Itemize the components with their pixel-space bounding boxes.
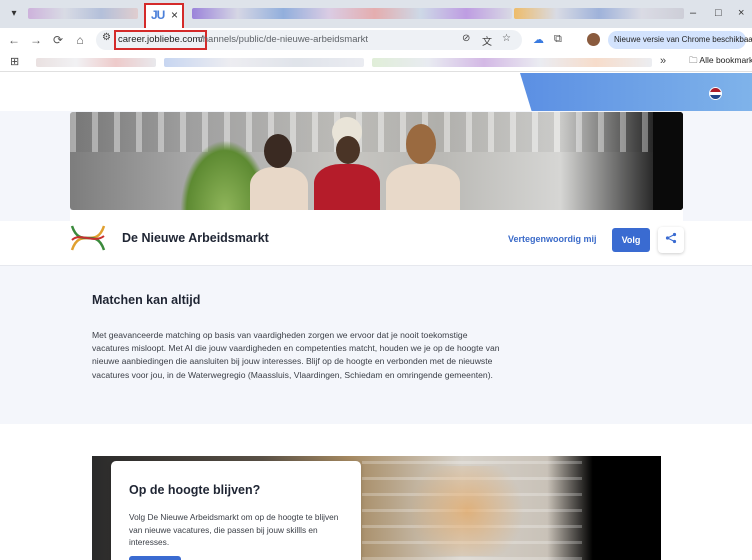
- company-header: De Nieuwe Arbeidsmarkt Vertegenwoordig m…: [70, 210, 684, 265]
- bookmarks-bar: ⊞ » 🗀 Alle bookmarks: [0, 52, 752, 72]
- hero-person: [250, 167, 308, 210]
- stay-updated-button[interactable]: [129, 556, 181, 560]
- hero-dark-edge: [653, 112, 683, 210]
- jobliebe-favicon-icon: JU: [151, 8, 165, 22]
- follow-button[interactable]: Volg: [612, 228, 650, 252]
- blurred-tab[interactable]: [192, 8, 512, 19]
- forward-icon[interactable]: →: [28, 32, 44, 48]
- blurred-bookmark[interactable]: [164, 58, 364, 67]
- address-bar[interactable]: ⚙ career.jobliebe.com/ channels/public/d…: [96, 30, 522, 50]
- share-button[interactable]: [658, 227, 684, 253]
- extensions-icon[interactable]: ⧉: [554, 33, 562, 46]
- stay-updated-title: Op de hoogte blijven?: [129, 483, 261, 497]
- url-domain[interactable]: career.jobliebe.com/: [114, 30, 208, 50]
- cloud-extension-icon[interactable]: ☁: [533, 33, 544, 46]
- blurred-tab[interactable]: [28, 8, 138, 19]
- blurred-bookmark[interactable]: [36, 58, 156, 67]
- all-bookmarks-label: Alle bookmarks: [699, 55, 752, 65]
- blurred-bookmark[interactable]: [372, 58, 652, 67]
- share-icon: [665, 232, 677, 244]
- reload-icon[interactable]: ⟳: [50, 32, 66, 48]
- minimize-icon[interactable]: –: [690, 7, 696, 19]
- eye-off-icon[interactable]: ⊘: [462, 33, 470, 44]
- represent-me-link[interactable]: Vertegenwoordig mij: [508, 234, 597, 244]
- url-path[interactable]: channels/public/de-nieuwe-arbeidsmarkt: [198, 30, 368, 50]
- stay-updated-body: Volg De Nieuwe Arbeidsmarkt om op de hoo…: [129, 512, 339, 548]
- hero-banner-image: [70, 112, 683, 210]
- site-header: [0, 73, 752, 111]
- stay-updated-card: Op de hoogte blijven? Volg De Nieuwe Arb…: [111, 461, 361, 560]
- tab-strip: ▾ JU × – □ ×: [0, 0, 752, 28]
- back-icon[interactable]: ←: [6, 32, 22, 48]
- hero-person: [314, 164, 380, 210]
- site-info-icon[interactable]: ⚙: [102, 32, 111, 43]
- chrome-update-button[interactable]: Nieuwe versie van Chrome beschikbaar: [608, 31, 752, 49]
- close-window-icon[interactable]: ×: [738, 7, 744, 19]
- profile-avatar[interactable]: [587, 33, 600, 46]
- blurred-tab[interactable]: [514, 8, 684, 19]
- company-logo: [70, 225, 106, 251]
- tab-search-icon[interactable]: ▾: [6, 6, 22, 22]
- about-title: Matchen kan altijd: [92, 293, 201, 307]
- hero-person-head: [406, 124, 436, 164]
- hero-person: [386, 164, 460, 210]
- dutch-flag-icon[interactable]: [709, 87, 722, 100]
- about-body: Met geavanceerde matching op basis van v…: [92, 330, 500, 380]
- hero-person-head: [264, 134, 292, 168]
- company-name: De Nieuwe Arbeidsmarkt: [122, 231, 269, 245]
- about-section: Matchen kan altijd Met geavanceerde matc…: [0, 266, 752, 424]
- home-icon[interactable]: ⌂: [72, 32, 88, 48]
- hero-person-head: [336, 136, 360, 164]
- close-tab-icon[interactable]: ×: [171, 8, 178, 22]
- translate-icon[interactable]: 文: [482, 33, 492, 48]
- more-bookmarks-icon[interactable]: »: [660, 55, 666, 67]
- bookmark-star-icon[interactable]: ☆: [502, 33, 511, 44]
- all-bookmarks-folder[interactable]: 🗀 Alle bookmarks: [689, 55, 752, 69]
- web-page: De Nieuwe Arbeidsmarkt Vertegenwoordig m…: [0, 73, 752, 560]
- active-tab[interactable]: JU ×: [144, 3, 184, 28]
- apps-grid-icon[interactable]: ⊞: [10, 55, 19, 68]
- warehouse-light: [392, 466, 542, 556]
- maximize-icon[interactable]: □: [715, 7, 722, 19]
- browser-toolbar: ← → ⟳ ⌂ ⚙ career.jobliebe.com/ channels/…: [0, 28, 752, 52]
